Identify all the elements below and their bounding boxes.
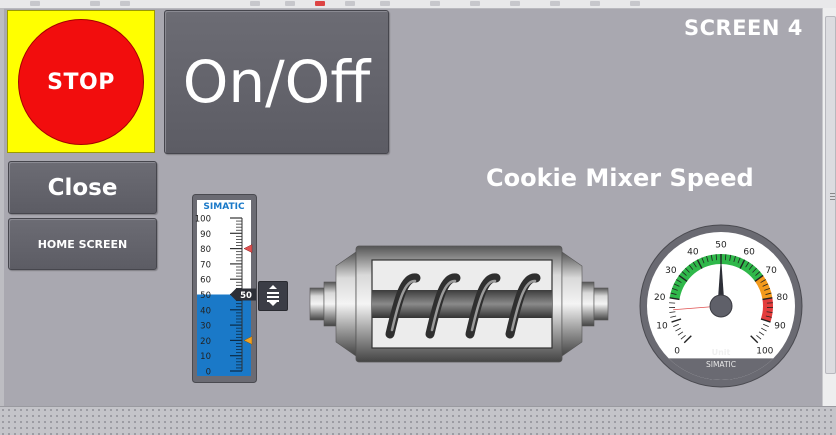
bar-scale-label: 0 (206, 368, 211, 378)
dial-scale-label: 30 (665, 266, 677, 276)
vertical-scrollbar[interactable] (822, 8, 836, 406)
dial-scale-label: 80 (777, 293, 789, 303)
dial-brand: SIMATIC (706, 360, 736, 369)
mixer-speed-title: Cookie Mixer Speed (486, 164, 754, 192)
dial-scale-label: 10 (656, 322, 668, 332)
stepper-up-icon[interactable] (269, 285, 277, 289)
dial-scale-label: 70 (765, 266, 777, 276)
bottom-panel (0, 406, 836, 435)
bar-scale-label: 90 (200, 230, 211, 240)
editor-toolbar (0, 0, 836, 9)
dial-scale-label: 60 (743, 247, 755, 257)
scrollbar-thumb[interactable] (825, 16, 836, 374)
bar-scale-label: 50 (200, 291, 211, 301)
bar-scale-label: 10 (200, 352, 211, 362)
bar-scale-label: 60 (200, 276, 211, 286)
bar-scale-label: 80 (200, 245, 211, 255)
stepper-down-icon[interactable] (269, 302, 277, 306)
dial-scale-label: 100 (756, 346, 773, 356)
dial-scale-label: 50 (715, 241, 727, 251)
dial-tick (716, 254, 717, 260)
dial-scale-label: 40 (687, 247, 699, 257)
screen-title: SCREEN 4 (684, 16, 803, 40)
stop-button[interactable]: STOP (18, 19, 144, 145)
dial-unit-label: Unit (712, 348, 731, 357)
home-screen-button[interactable]: HOME SCREEN (8, 218, 157, 270)
left-edge (0, 8, 4, 406)
stop-button-frame[interactable]: STOP (7, 10, 155, 153)
speed-bar-gauge: SIMATIC100908070605040302010050 (192, 194, 264, 384)
bar-gauge-brand: SIMATIC (203, 202, 245, 212)
dial-scale-label: 90 (774, 322, 786, 332)
bar-scale-label: 40 (200, 306, 211, 316)
screw-mixer-graphic (308, 242, 618, 366)
speed-dial-gauge: 0 10 20 30 40 50 60 70 80 90 100 Unit SIMATIC (639, 224, 803, 388)
on-off-button[interactable]: On/Off (164, 10, 389, 154)
bar-scale-label: 30 (200, 322, 211, 332)
dial-scale-label: 20 (654, 293, 666, 303)
bar-scale-label: 70 (200, 260, 211, 270)
dial-tick (725, 254, 726, 260)
bar-scale-label: 20 (200, 337, 211, 347)
value-readout: 50 (240, 291, 252, 301)
dial-hub (710, 295, 732, 317)
close-button[interactable]: Close (8, 161, 157, 214)
dial-scale-label: 0 (674, 346, 680, 356)
value-stepper[interactable] (258, 281, 288, 311)
bar-scale-label: 100 (195, 215, 211, 225)
